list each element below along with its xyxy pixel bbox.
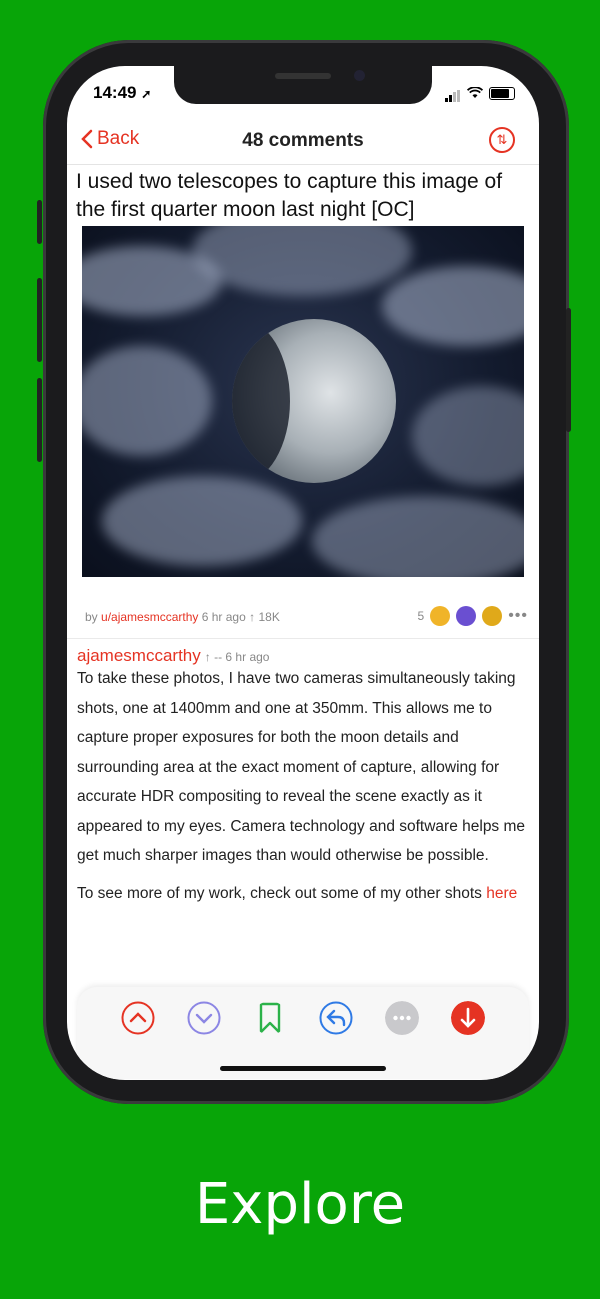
- post-author-link[interactable]: u/ajamesmccarthy: [101, 610, 198, 624]
- battery-icon: [489, 86, 515, 100]
- award-icon: [482, 606, 503, 626]
- power-button: [566, 308, 571, 432]
- awards[interactable]: 5 •••: [418, 606, 529, 626]
- award-count: 5: [417, 609, 425, 623]
- volume-down-button: [37, 378, 42, 462]
- bookmark-icon[interactable]: [253, 1001, 287, 1035]
- wifi-icon: [467, 87, 483, 98]
- status-time: 14:49 ➚: [93, 83, 152, 102]
- screen: 14:49 ➚ Back 48 comments ⇅ I used two te…: [67, 66, 539, 1080]
- award-icon: [456, 606, 477, 626]
- downvote-icon[interactable]: [187, 1001, 221, 1035]
- comment-body: To take these photos, I have two cameras…: [77, 664, 529, 916]
- notch: [174, 66, 432, 104]
- post-title[interactable]: I used two telescopes to capture this im…: [76, 168, 532, 224]
- comment-info: ↑ -- 6 hr ago: [204, 650, 270, 664]
- post-age: 6 hr ago: [201, 610, 246, 624]
- post-meta: by u/ajamesmccarthy 6 hr ago ↑ 18K 5 •••: [85, 606, 528, 626]
- divider: [67, 638, 539, 639]
- sort-button[interactable]: ⇅: [489, 127, 515, 153]
- comment-author[interactable]: ajamesmccarthy: [77, 646, 201, 665]
- upvote-icon[interactable]: [121, 1001, 155, 1035]
- home-indicator[interactable]: [220, 1066, 386, 1071]
- more-options-icon[interactable]: •••: [508, 607, 528, 625]
- more-icon[interactable]: [385, 1001, 419, 1035]
- comment-header: ajamesmccarthy ↑ -- 6 hr ago: [77, 646, 269, 666]
- comment-link[interactable]: here: [486, 885, 517, 902]
- reply-icon[interactable]: [319, 1001, 353, 1035]
- comment-paragraph: To take these photos, I have two cameras…: [77, 670, 526, 864]
- location-icon: ➚: [141, 87, 152, 101]
- mute-switch: [37, 200, 42, 244]
- front-camera: [354, 70, 365, 81]
- page-title: 48 comments: [242, 130, 364, 151]
- post-score: ↑ 18K: [249, 610, 280, 624]
- speaker: [275, 73, 331, 79]
- scroll-down-icon[interactable]: [451, 1001, 485, 1035]
- status-icons: [445, 84, 515, 102]
- volume-up-button: [37, 278, 42, 362]
- post-image[interactable]: [82, 226, 524, 577]
- nav-bar: Back 48 comments ⇅: [67, 116, 539, 165]
- comment-paragraph: To see more of my work, check out some o…: [77, 884, 518, 902]
- moon: [232, 319, 396, 483]
- signal-icon: [445, 84, 461, 102]
- caption: Explore: [194, 1172, 406, 1237]
- sort-icon: ⇅: [496, 132, 508, 147]
- award-icon: [430, 606, 451, 626]
